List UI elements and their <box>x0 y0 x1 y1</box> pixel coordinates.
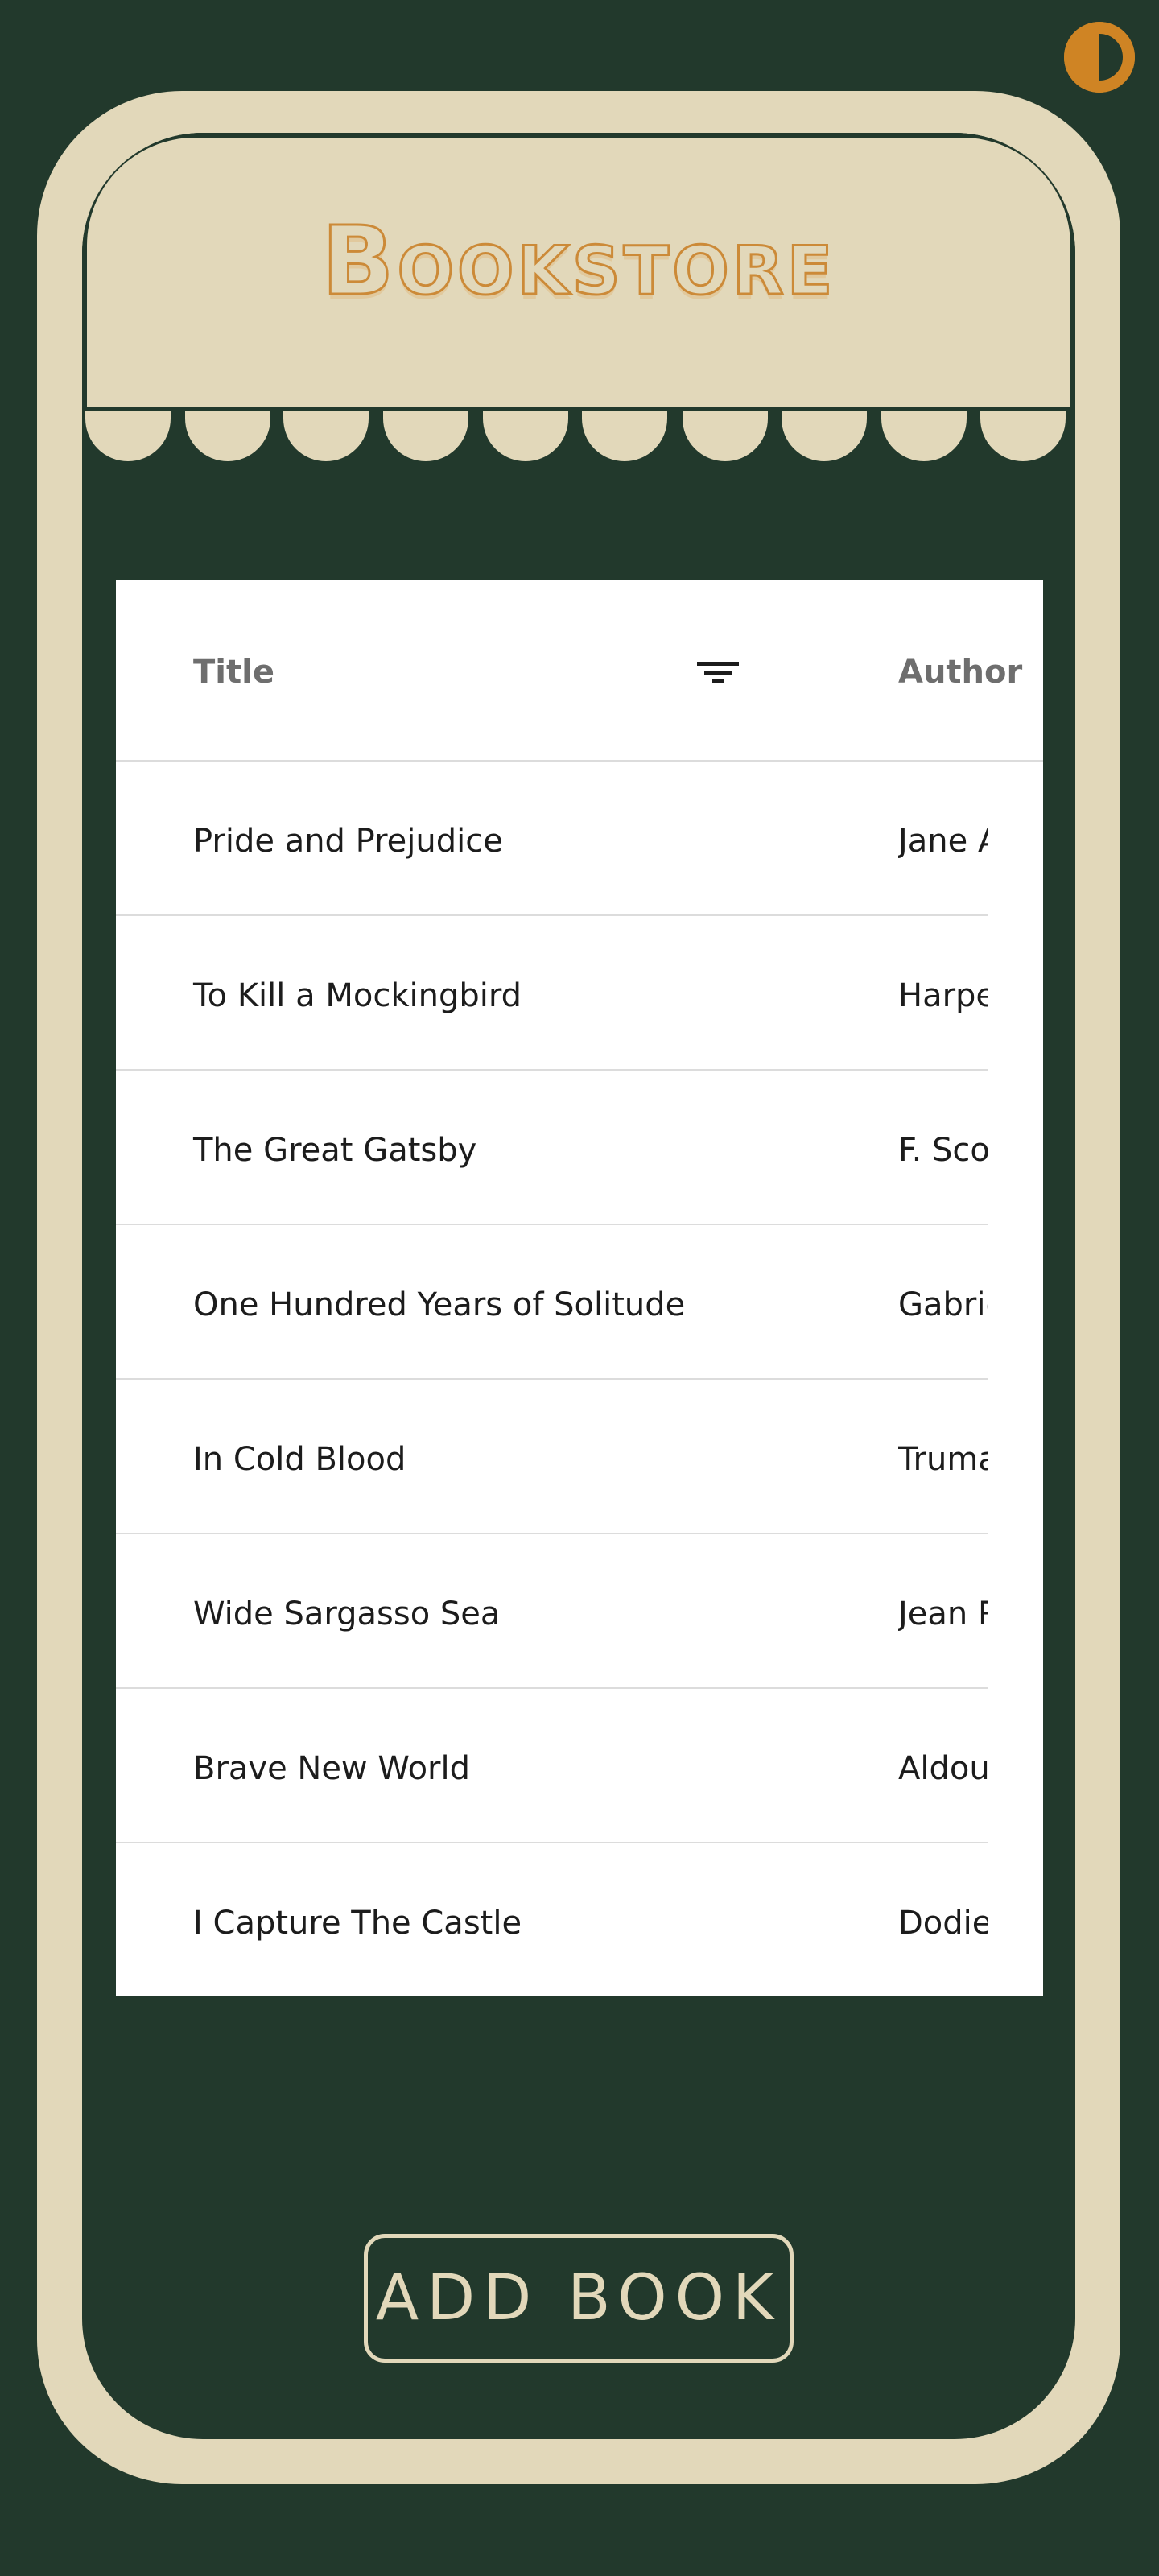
book-author: Aldou <box>898 1750 988 1787</box>
scallop <box>683 411 768 461</box>
filter-icon <box>697 662 739 683</box>
scallop <box>85 411 171 461</box>
table-row[interactable]: Pride and Prejudice Jane A <box>116 762 988 916</box>
book-title: I Capture The Castle <box>193 1905 522 1942</box>
scallop <box>980 411 1066 461</box>
table-row[interactable]: To Kill a Mockingbird Harpe <box>116 916 988 1071</box>
table-row[interactable]: One Hundred Years of Solitude Gabrie <box>116 1225 988 1380</box>
table-row[interactable]: In Cold Blood Truma <box>116 1380 988 1534</box>
book-author: Dodie <box>898 1905 988 1942</box>
book-title: The Great Gatsby <box>193 1132 477 1169</box>
book-title: In Cold Blood <box>193 1441 406 1478</box>
bookstore-logo: Bookstore <box>320 204 836 318</box>
filter-button[interactable] <box>687 642 749 704</box>
books-table: Title Author Pride and Prejudice Jane A … <box>116 580 1043 1996</box>
theme-toggle-button[interactable] <box>1064 22 1135 93</box>
scallop <box>881 411 967 461</box>
scallop <box>283 411 369 461</box>
table-row[interactable]: I Capture The Castle Dodie <box>116 1843 988 1996</box>
table-row[interactable]: The Great Gatsby F. Sco <box>116 1071 988 1225</box>
awning-scallops <box>82 411 1075 466</box>
table-row[interactable]: Wide Sargasso Sea Jean R <box>116 1534 988 1689</box>
table-header: Title Author <box>116 580 1043 762</box>
book-author: Truma <box>898 1441 988 1478</box>
scallop <box>782 411 867 461</box>
scallop <box>582 411 667 461</box>
book-author: Harpe <box>898 977 988 1014</box>
table-body: Pride and Prejudice Jane A To Kill a Moc… <box>116 762 988 1996</box>
book-author: Gabrie <box>898 1286 988 1323</box>
book-title: Wide Sargasso Sea <box>193 1596 501 1633</box>
contrast-icon <box>1064 22 1135 93</box>
scallop <box>483 411 568 461</box>
add-book-button[interactable]: ADD BOOK <box>364 2234 794 2363</box>
book-author: Jean R <box>898 1596 988 1633</box>
book-title: To Kill a Mockingbird <box>193 977 522 1014</box>
column-header-title[interactable]: Title <box>193 654 274 691</box>
book-author: F. Sco <box>898 1132 988 1169</box>
column-header-author[interactable]: Author <box>898 654 1022 691</box>
scallop <box>383 411 468 461</box>
book-title: Brave New World <box>193 1750 470 1787</box>
book-author: Jane A <box>898 823 988 860</box>
book-title: One Hundred Years of Solitude <box>193 1286 686 1323</box>
scallop <box>185 411 270 461</box>
book-title: Pride and Prejudice <box>193 823 503 860</box>
table-row[interactable]: Brave New World Aldou <box>116 1689 988 1843</box>
